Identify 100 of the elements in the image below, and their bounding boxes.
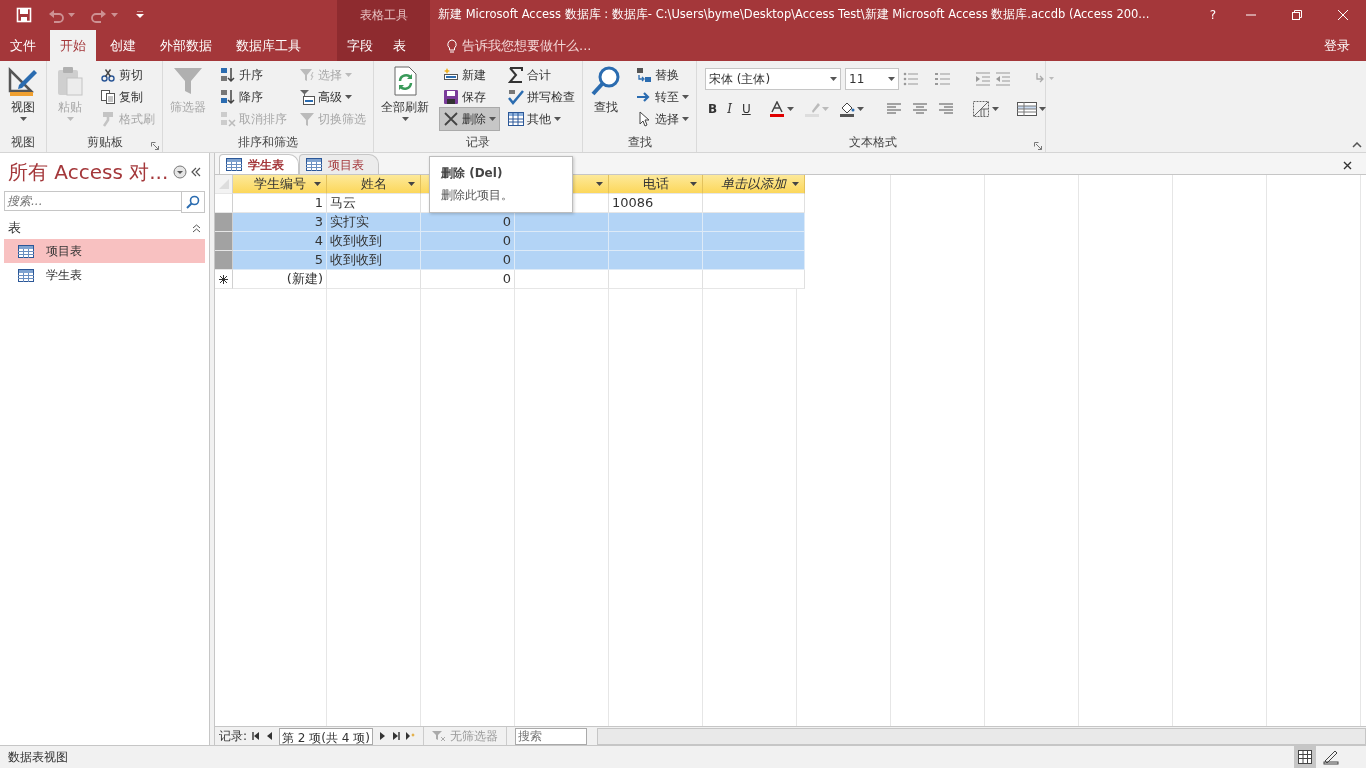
table-cell: 10086 (612, 195, 654, 210)
scissors-icon (100, 67, 116, 83)
table-icon (1016, 102, 1037, 116)
collapse-ribbon-button[interactable] (1352, 142, 1362, 148)
tell-me-field[interactable]: 告诉我您想要做什么... (462, 35, 592, 56)
record-position-field[interactable]: 第 2 项(共 4 项) (279, 727, 373, 745)
table-cell: 收到收到 (330, 252, 382, 267)
ribbon-tab[interactable]: 外部数据 (150, 30, 222, 61)
ribbon-button[interactable]: 替换 (633, 64, 692, 86)
text-style-button[interactable]: B (705, 98, 721, 120)
record-search-field[interactable]: 搜索 (514, 727, 587, 745)
save-icon (443, 89, 459, 105)
table-cell: 0 (502, 233, 511, 248)
ruler-pencil-icon (7, 65, 39, 97)
datasheet-view-icon (1297, 749, 1313, 765)
ribbon-button[interactable]: 剪切 (97, 64, 158, 86)
align-left-icon (885, 101, 902, 117)
paint-bucket-icon (838, 101, 855, 117)
ribbon-button[interactable]: 拼写检查 (505, 86, 578, 108)
table-cell: 3 (314, 214, 323, 229)
collapse-pane-button[interactable] (191, 167, 201, 177)
group-label: 排序和筛选 (238, 134, 298, 150)
ribbon-tab[interactable]: 开始 (50, 30, 96, 61)
close-icon (1343, 161, 1352, 170)
ribbon-button[interactable]: 选择 (633, 108, 692, 130)
caret-icon (991, 107, 999, 111)
context-tab-label: 表格工具 (359, 7, 408, 24)
ribbon-button[interactable]: 全部刷新 (378, 64, 432, 134)
search-button[interactable] (181, 191, 205, 213)
table-row[interactable]: 5 收到收到 0 (215, 251, 805, 270)
ribbon-button[interactable]: 其他 (505, 108, 578, 130)
ribbon-tab[interactable]: 文件 (0, 30, 46, 61)
group-label: 文本格式 (849, 134, 897, 150)
last-record-button[interactable] (390, 731, 401, 741)
document-tab[interactable]: 项目表 (299, 154, 379, 174)
dialog-launcher-button[interactable] (1034, 142, 1042, 150)
dialog-launcher-button[interactable] (151, 142, 159, 150)
new-record-button[interactable] (404, 731, 415, 741)
table-row[interactable]: (新建) 0 (215, 270, 805, 289)
last-record-icon (390, 731, 401, 741)
caret-icon (596, 182, 603, 186)
ribbon-button[interactable]: 查找 (587, 64, 625, 134)
search-icon (186, 195, 200, 209)
align-center-icon (911, 101, 928, 117)
ribbon-tab[interactable]: 创建 (100, 30, 146, 61)
column-header[interactable]: 单击以添加 (703, 175, 805, 194)
font-name-field[interactable]: 宋体 (主体) (705, 68, 841, 90)
document-tab[interactable]: 学生表 (219, 154, 299, 174)
ribbon-tab[interactable]: 表 (383, 30, 416, 61)
nav-pane-title: 所有 Access 对... (8, 159, 169, 186)
column-header[interactable]: 电话 (609, 175, 703, 194)
nav-item[interactable]: 项目表 (4, 239, 205, 263)
filter-icon (172, 65, 204, 97)
tooltip-title: 删除 (Del) (441, 165, 504, 182)
ribbon-button[interactable]: 视图 (4, 64, 42, 134)
filter-icon (299, 67, 315, 83)
text-style-button[interactable]: U (738, 98, 754, 120)
ribbon-button[interactable]: 合计 (505, 64, 578, 86)
text-style-button[interactable]: I (724, 98, 735, 120)
font-size-field[interactable]: 11 (845, 68, 899, 90)
sign-in-link[interactable]: 登录 (1324, 35, 1350, 56)
column-header[interactable]: 姓名 (327, 175, 421, 194)
design-view-icon (1323, 749, 1339, 765)
nav-search-field[interactable]: 搜索... (4, 191, 181, 211)
first-record-icon (251, 731, 262, 741)
ribbon-button[interactable]: 删除 (440, 108, 499, 130)
caret-icon (682, 117, 689, 121)
column-header[interactable]: 学生编号 (233, 175, 327, 194)
ribbon-button[interactable]: 升序 (217, 64, 290, 86)
sort-ascending-icon (220, 67, 236, 83)
horizontal-scrollbar[interactable] (596, 727, 1366, 745)
customize-button[interactable] (134, 9, 146, 21)
first-record-button[interactable] (251, 731, 262, 741)
table-row[interactable]: 3 实打实 0 (215, 213, 805, 232)
cursor-icon (636, 111, 652, 127)
ribbon-button[interactable]: 转至 (633, 86, 692, 108)
caret-icon (314, 182, 321, 186)
numbered-list-icon (935, 71, 951, 87)
new-record-icon (443, 67, 459, 83)
caret-icon (66, 117, 74, 122)
ribbon-tab[interactable]: 数据库工具 (226, 30, 311, 61)
table-icon (18, 268, 34, 282)
nav-menu-button[interactable] (173, 165, 187, 179)
ribbon-tab[interactable]: 字段 (337, 30, 383, 61)
ribbon-button[interactable]: 降序 (217, 86, 290, 108)
clear-sort-icon (220, 111, 236, 127)
caret-icon (690, 182, 697, 186)
table-icon (226, 158, 242, 171)
save-button[interactable] (16, 7, 32, 23)
nav-item[interactable]: 学生表 (4, 263, 205, 287)
ribbon-button[interactable]: 复制 (97, 86, 158, 108)
datasheet-view-button[interactable] (1294, 746, 1316, 768)
ribbon-button[interactable]: 高级 (296, 86, 369, 108)
help-button[interactable]: ? (1198, 5, 1228, 25)
table-cell: (新建) (286, 271, 323, 286)
bullet-list-icon (903, 71, 919, 87)
ribbon-button[interactable]: 新建 (440, 64, 499, 86)
record-nav-label: 记录: (219, 728, 248, 745)
table-row[interactable]: 4 收到收到 0 (215, 232, 805, 251)
caret-icon (401, 117, 409, 122)
